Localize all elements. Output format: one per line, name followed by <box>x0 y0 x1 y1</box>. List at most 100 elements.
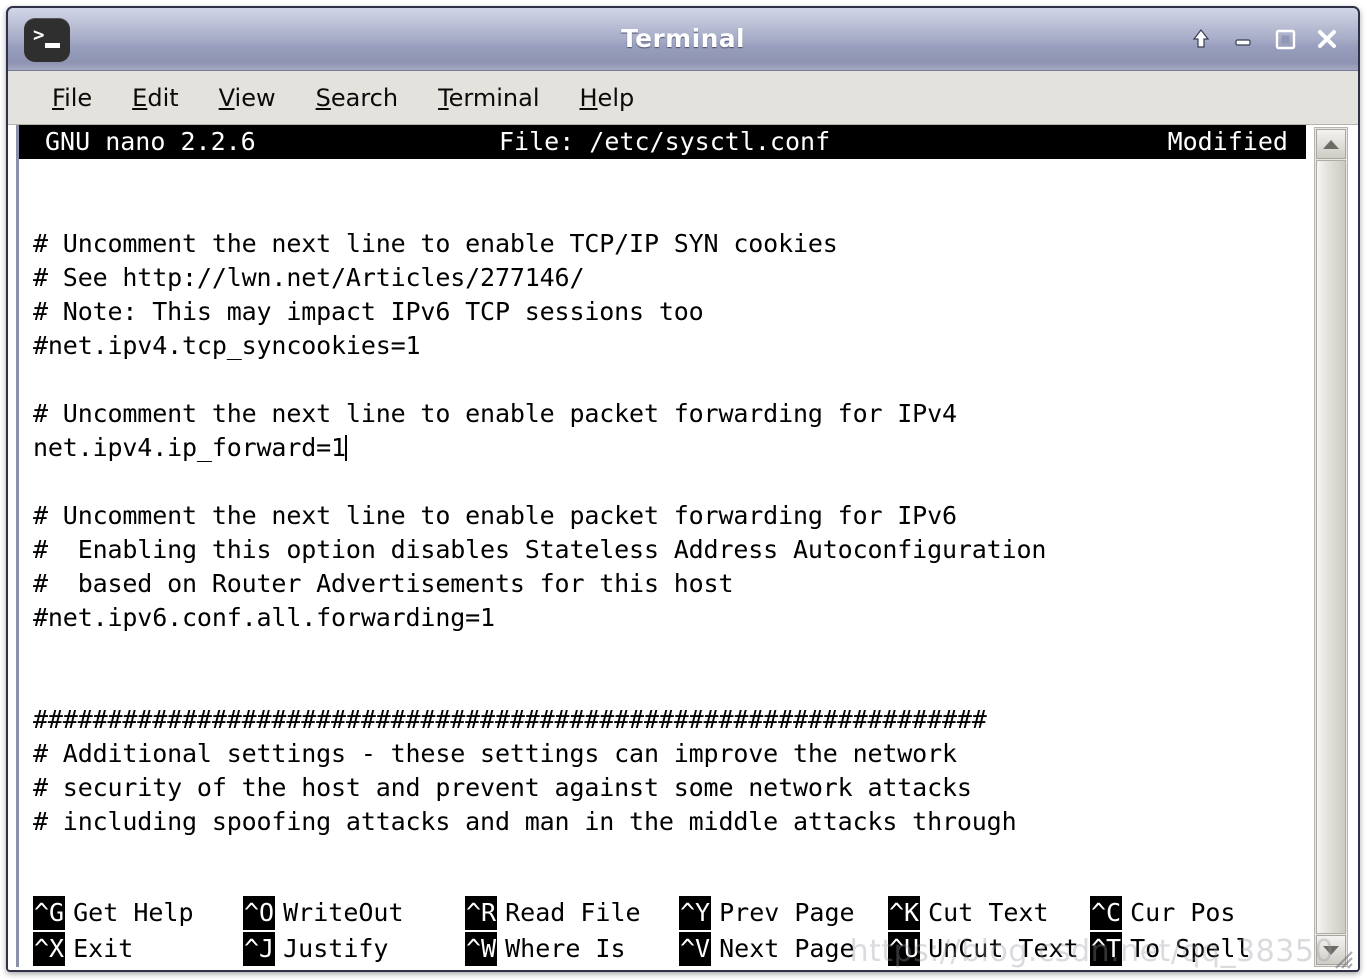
close-button[interactable] <box>1314 26 1340 52</box>
terminal-scrollbar[interactable] <box>1314 127 1348 967</box>
nano-shortcut-row-1: ^G Get Help ^O WriteOut ^R Read File ^Y Prev Pa… <box>33 895 1306 931</box>
nano-shortcut[interactable]: ^T To Spell <box>1090 932 1251 966</box>
nano-shortcut[interactable]: ^J Justify <box>243 932 388 966</box>
menu-mnemonic: F <box>52 83 65 112</box>
nano-shortcut-key: ^W <box>465 932 498 966</box>
nano-shortcut-label: Where Is <box>505 934 626 963</box>
nano-text-line: #net.ipv6.conf.all.forwarding=1 <box>33 603 495 632</box>
nano-text-line: # Additional settings - these settings c… <box>33 739 957 768</box>
nano-shortcut[interactable]: ^O WriteOut <box>243 896 404 930</box>
terminal-area: GNU nano 2.2.6 File: /etc/sysctl.conf Mo… <box>8 125 1358 970</box>
scroll-up-arrow-icon[interactable] <box>1316 129 1346 159</box>
nano-shortcut-key: ^O <box>243 896 276 930</box>
resize-grip-icon[interactable] <box>1328 944 1354 970</box>
menu-mnemonic: V <box>218 83 235 112</box>
nano-text-line <box>33 159 1306 193</box>
nano-shortcut-key: ^J <box>243 932 276 966</box>
menu-item-search[interactable]: Search <box>316 84 398 112</box>
nano-shortcut-key: ^V <box>679 932 712 966</box>
nano-text-line: # See http://lwn.net/Articles/277146/ <box>33 263 585 292</box>
nano-shortcut[interactable]: ^X Exit <box>33 932 133 966</box>
nano-shortcut[interactable]: ^Y Prev Page <box>679 896 855 930</box>
nano-shortcut-key: ^G <box>33 896 66 930</box>
nano-text-line: # Uncomment the next line to enable pack… <box>33 399 957 428</box>
shade-button[interactable] <box>1188 26 1214 52</box>
menu-label: iew <box>234 83 276 112</box>
menu-label: elp <box>597 83 635 112</box>
nano-text-line: # security of the host and prevent again… <box>33 773 972 802</box>
nano-text-line: # including spoofing attacks and man in … <box>33 807 1017 836</box>
nano-shortcut-label: Read File <box>505 898 641 927</box>
menu-item-help[interactable]: Help <box>580 84 635 112</box>
terminal-window: > Terminal File Edit View Search Termina… <box>6 6 1360 972</box>
menu-mnemonic: E <box>132 83 148 112</box>
nano-shortcut[interactable]: ^R Read File <box>465 896 641 930</box>
nano-shortcut-label: Next Page <box>719 934 855 963</box>
nano-shortcut-label: Justify <box>283 934 389 963</box>
nano-shortcut-bar: ^G Get Help ^O WriteOut ^R Read File ^Y Prev Pa… <box>19 895 1306 967</box>
menubar: File Edit View Search Terminal Help <box>8 71 1358 125</box>
terminal-icon: > <box>24 18 70 62</box>
nano-shortcut-key: ^Y <box>679 896 712 930</box>
scrollbar-thumb[interactable] <box>1316 160 1346 934</box>
menu-mnemonic: S <box>315 83 331 112</box>
nano-modified-status: Modified <box>1167 127 1288 156</box>
nano-shortcut-key: ^K <box>888 896 921 930</box>
nano-text-line: # Uncomment the next line to enable TCP/… <box>33 229 838 258</box>
menu-item-view[interactable]: View <box>219 84 276 112</box>
menu-item-edit[interactable]: Edit <box>132 84 178 112</box>
menu-mnemonic: T <box>438 83 449 112</box>
nano-shortcut-label: To Spell <box>1130 934 1251 963</box>
nano-text-line: #net.ipv4.tcp_syncookies=1 <box>33 331 421 360</box>
nano-shortcut[interactable]: ^U UnCut Text <box>888 932 1079 966</box>
nano-shortcut-key: ^C <box>1090 896 1123 930</box>
nano-text-line <box>33 669 1306 703</box>
nano-shortcut-label: Get Help <box>73 898 194 927</box>
nano-shortcut-key: ^T <box>1090 932 1123 966</box>
menu-label: ile <box>64 83 93 112</box>
nano-text-line <box>33 635 1306 669</box>
menu-item-terminal[interactable]: Terminal <box>438 84 539 112</box>
minimize-button[interactable] <box>1230 26 1256 52</box>
nano-shortcut-label: Cut Text <box>928 898 1049 927</box>
nano-shortcut[interactable]: ^K Cut Text <box>888 896 1049 930</box>
nano-shortcut-key: ^X <box>33 932 66 966</box>
nano-shortcut[interactable]: ^G Get Help <box>33 896 194 930</box>
nano-shortcut-label: Prev Page <box>719 898 855 927</box>
menu-item-file[interactable]: File <box>52 84 92 112</box>
nano-shortcut-label: WriteOut <box>283 898 404 927</box>
nano-text-line <box>33 363 1306 397</box>
prompt-cursor-glyph <box>45 43 60 48</box>
menu-label: erminal <box>448 83 540 112</box>
nano-shortcut-key: ^U <box>888 932 921 966</box>
prompt-glyph: > <box>33 24 45 46</box>
window-controls <box>1188 8 1340 70</box>
window-title: Terminal <box>620 24 746 53</box>
nano-text-line <box>33 465 1306 499</box>
maximize-button[interactable] <box>1272 26 1298 52</box>
nano-shortcut-row-2: ^X Exit ^J Justify ^W Where Is ^V Next Page ^U Un… <box>33 931 1306 967</box>
nano-text-buffer[interactable]: # Uncomment the next line to enable TCP/… <box>19 159 1306 863</box>
nano-text-line: net.ipv4.ip_forward=1 <box>33 433 347 462</box>
nano-version: GNU nano 2.2.6 <box>45 127 256 156</box>
nano-titlebar: GNU nano 2.2.6 File: /etc/sysctl.conf Mo… <box>19 125 1306 159</box>
nano-filename: File: /etc/sysctl.conf <box>499 127 831 156</box>
nano-text-line: # Note: This may impact IPv6 TCP session… <box>33 297 704 326</box>
menu-label: earch <box>330 83 399 112</box>
nano-shortcut[interactable]: ^C Cur Pos <box>1090 896 1235 930</box>
nano-shortcut-label: UnCut Text <box>928 934 1079 963</box>
menu-label: dit <box>147 83 179 112</box>
nano-shortcut-key: ^R <box>465 896 498 930</box>
menu-mnemonic: H <box>579 83 598 112</box>
nano-text-line: # based on Router Advertisements for thi… <box>33 569 734 598</box>
terminal-screen[interactable]: GNU nano 2.2.6 File: /etc/sysctl.conf Mo… <box>16 125 1306 967</box>
nano-shortcut-label: Cur Pos <box>1130 898 1236 927</box>
nano-shortcut[interactable]: ^V Next Page <box>679 932 855 966</box>
nano-text-line <box>33 193 1306 227</box>
nano-shortcut[interactable]: ^W Where Is <box>465 932 626 966</box>
nano-shortcut-label: Exit <box>73 934 134 963</box>
window-titlebar[interactable]: > Terminal <box>8 8 1358 71</box>
nano-text-line: ########################################… <box>33 705 987 734</box>
nano-text-line: # Uncomment the next line to enable pack… <box>33 501 957 530</box>
nano-text-line: # Enabling this option disables Stateles… <box>33 535 1047 564</box>
